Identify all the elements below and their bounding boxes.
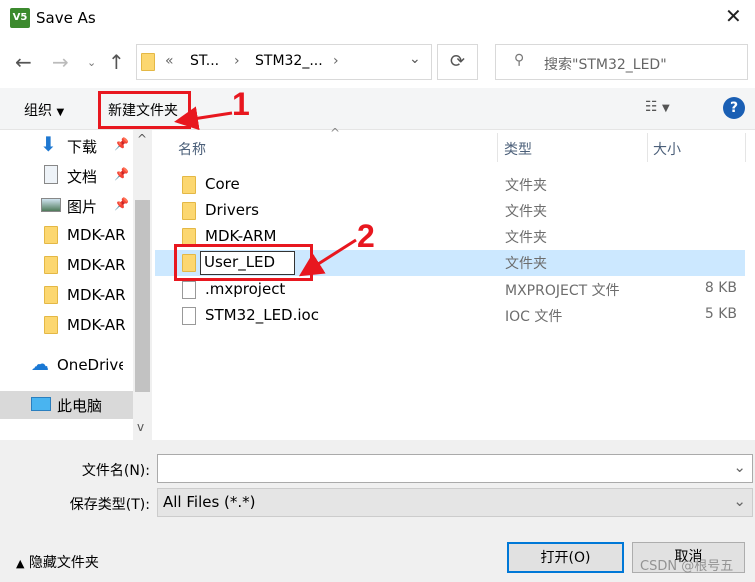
annotation-arrow-1	[174, 106, 233, 131]
annotation-arrows	[174, 106, 357, 277]
annotation-number-2: 2	[357, 218, 375, 254]
annotation-arrow-2	[298, 238, 357, 277]
annotation-number-1: 1	[232, 86, 250, 122]
